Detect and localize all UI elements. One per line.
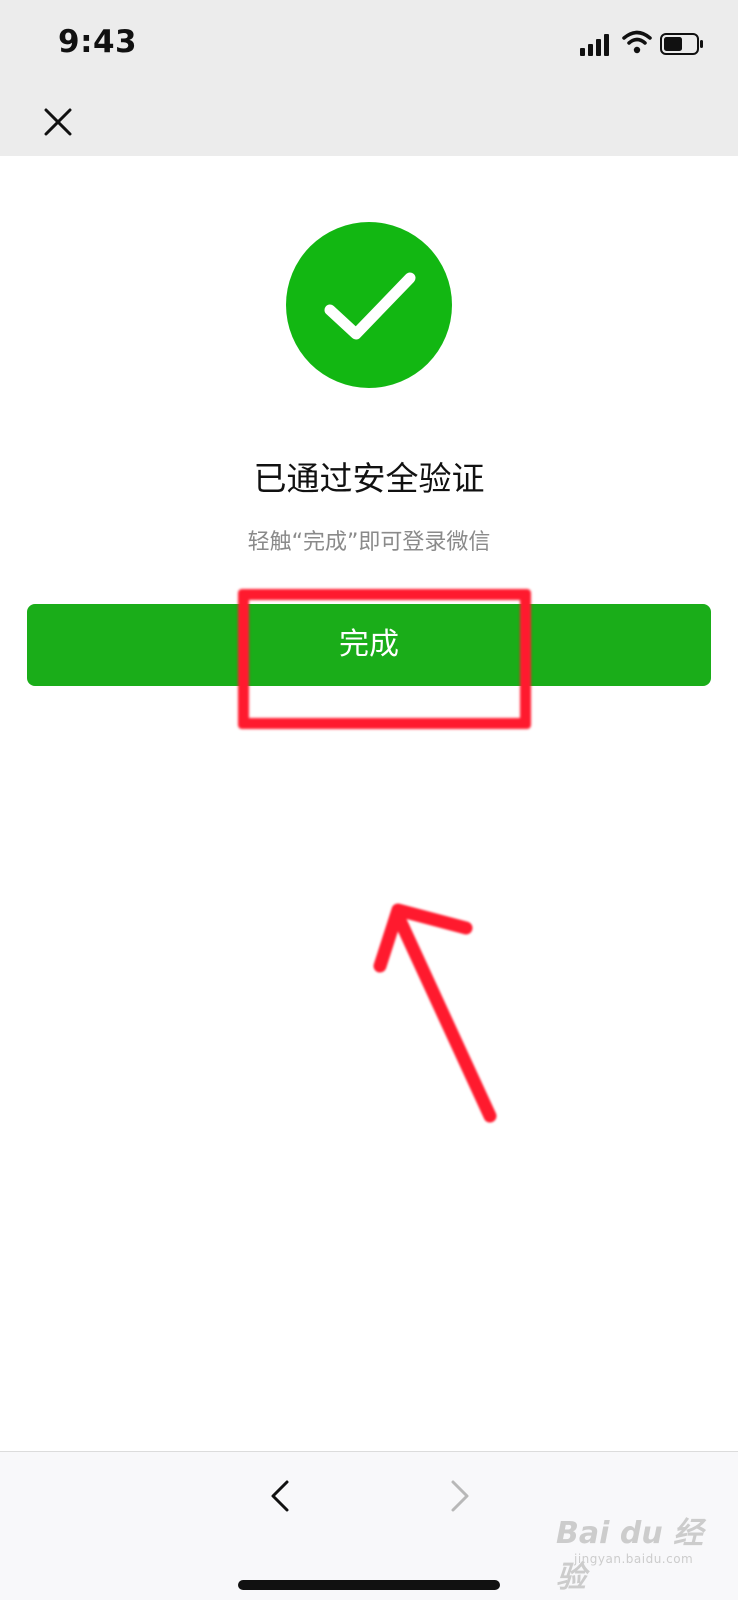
page-subtitle: 轻触“完成”即可登录微信 bbox=[247, 530, 491, 555]
battery-icon bbox=[660, 33, 703, 55]
baidu-jingyan-watermark: Bai du 经验 jingyan.baidu.com bbox=[556, 1490, 706, 1595]
watermark-url-text: jingyan.baidu.com bbox=[574, 1552, 694, 1566]
page-title: 已通过安全验证 bbox=[253, 459, 485, 498]
cellular-signal-icon bbox=[580, 34, 609, 56]
wifi-icon bbox=[622, 30, 652, 54]
chevron-right-icon[interactable] bbox=[443, 1476, 475, 1516]
status-time: 9:43 bbox=[58, 24, 138, 60]
checkmark-icon bbox=[324, 272, 416, 340]
home-indicator[interactable] bbox=[238, 1580, 500, 1590]
navigation-bar bbox=[0, 90, 738, 156]
close-icon[interactable] bbox=[38, 102, 78, 142]
success-badge bbox=[286, 222, 452, 388]
annotation-highlight-box bbox=[238, 589, 531, 729]
main-content: 已通过安全验证 轻触“完成”即可登录微信 完成 bbox=[0, 156, 738, 1451]
chevron-left-icon[interactable] bbox=[265, 1476, 297, 1516]
browser-toolbar: Bai du 经验 jingyan.baidu.com bbox=[0, 1451, 738, 1600]
status-bar: 9:43 bbox=[0, 0, 738, 90]
annotation-arrow-icon bbox=[373, 903, 497, 1123]
